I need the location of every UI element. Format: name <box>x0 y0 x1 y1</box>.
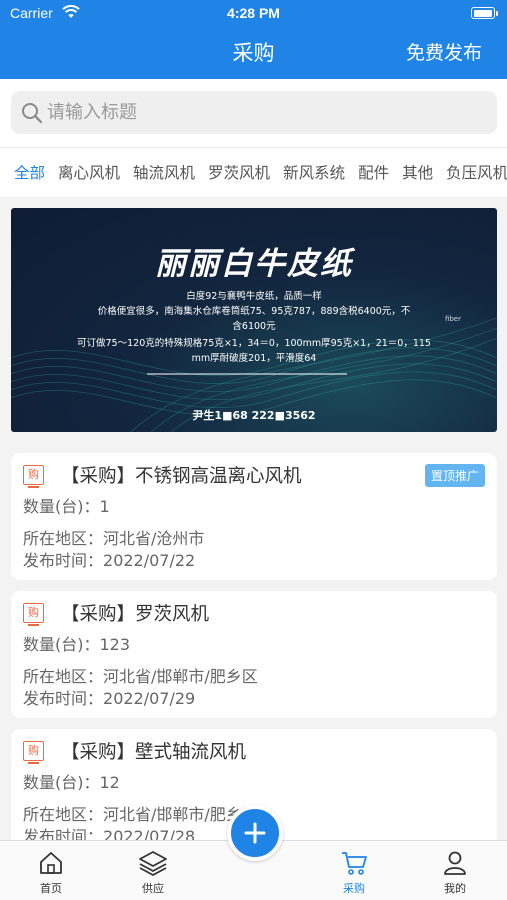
user-icon <box>444 851 466 875</box>
quantity-row: 数量(台)：12 <box>23 769 120 793</box>
region-row: 所在地区：河北省/沧州市 <box>23 525 204 549</box>
tabbar-supply[interactable]: 供应 <box>118 849 188 896</box>
category-tab[interactable]: 罗茨风机 <box>208 148 270 197</box>
region-value: 河北省/邯郸市/肥乡区 <box>103 667 258 686</box>
search-input[interactable] <box>47 91 487 134</box>
top-bar: Carrier 4:28 PM 采购 免费发布 <box>0 0 507 79</box>
quantity-label: 数量(台)： <box>23 497 100 516</box>
region-label: 所在地区： <box>23 667 104 686</box>
banner-title: 丽丽白牛皮纸 <box>155 246 353 282</box>
region-label: 所在地区： <box>23 529 104 548</box>
search-icon <box>22 103 43 124</box>
banner-side-text: fiber <box>444 315 461 323</box>
region-row: 所在地区：河北省/邯郸市/肥乡区 <box>23 801 258 825</box>
category-tab[interactable]: 轴流风机 <box>133 148 195 197</box>
quantity-value: 1 <box>99 497 110 516</box>
category-tab[interactable]: 离心风机 <box>58 148 120 197</box>
quantity-value: 12 <box>99 773 120 792</box>
status-time: 4:28 PM <box>227 5 280 21</box>
date-label: 发布时间： <box>23 689 104 708</box>
banner-contact: 尹生1■68 222■3562 <box>192 409 316 422</box>
category-tab[interactable]: 新风系统 <box>283 148 345 197</box>
region-label: 所在地区： <box>23 805 104 824</box>
quantity-row: 数量(台)：123 <box>23 631 130 655</box>
tabbar-mine[interactable]: 我的 <box>420 849 490 896</box>
listing-title: 【采购】壁式轴流风机 <box>61 742 247 763</box>
banner-line: 含6100元 <box>232 321 276 332</box>
purchase-tag-icon: 购 <box>23 465 44 488</box>
banner-line: 可订做75～120克的特殊规格75克×1，34＝0，100mm厚95克×1，21… <box>77 338 431 349</box>
plus-icon <box>244 822 266 844</box>
search-section <box>0 79 507 147</box>
tabbar-label: 采购 <box>343 882 365 895</box>
tabbar-label: 首页 <box>40 882 62 895</box>
category-tab[interactable]: 配件 <box>358 148 389 197</box>
date-row: 发布时间：2022/07/22 <box>23 547 195 571</box>
category-tab[interactable]: 全部 <box>14 148 45 197</box>
status-bar: Carrier 4:28 PM <box>0 0 507 28</box>
listing-title: 【采购】不锈钢高温离心风机 <box>61 466 302 487</box>
tabbar-label: 我的 <box>444 882 466 895</box>
tabbar-home[interactable]: 首页 <box>16 849 86 896</box>
tabbar-purchase[interactable]: 采购 <box>319 849 389 896</box>
search-bar[interactable] <box>11 91 497 134</box>
banner-line: mm厚耐破度201，平滑度64 <box>191 353 317 364</box>
promote-top-button[interactable]: 置顶推广 <box>424 464 485 487</box>
listing-title: 【采购】罗茨风机 <box>61 604 210 625</box>
battery-icon <box>471 7 498 19</box>
quantity-value: 123 <box>99 635 131 654</box>
cart-icon <box>342 852 367 875</box>
date-value: 2022/07/22 <box>103 551 196 570</box>
add-post-button[interactable] <box>227 805 283 861</box>
ad-banner[interactable]: 丽丽白牛皮纸 白度92与襄鸭牛皮纸，品质一样 价格便宜很多，南海集水仓库卷筒纸7… <box>11 208 497 432</box>
category-tabs: 全部 离心风机 轴流风机 罗茨风机 新风系统 配件 其他 负压风机 <box>0 147 507 197</box>
category-tab[interactable]: 负压风机 <box>446 148 507 197</box>
quantity-label: 数量(台)： <box>23 773 100 792</box>
tabbar-label: 供应 <box>142 882 164 895</box>
region-row: 所在地区：河北省/邯郸市/肥乡区 <box>23 663 258 687</box>
banner-line: 白度92与襄鸭牛皮纸，品质一样 <box>186 291 322 302</box>
date-row: 发布时间：2022/07/29 <box>23 685 195 709</box>
purchase-tag-icon: 购 <box>23 741 44 764</box>
layers-icon <box>139 851 167 876</box>
purchase-tag-icon: 购 <box>23 603 44 626</box>
date-label: 发布时间： <box>23 551 104 570</box>
category-tab[interactable]: 其他 <box>402 148 433 197</box>
quantity-label: 数量(台)： <box>23 635 100 654</box>
banner-line: 价格便宜很多，南海集水仓库卷筒纸75、95克787，889含税6400元，不 <box>97 306 411 317</box>
home-icon <box>40 852 62 874</box>
date-value: 2022/07/29 <box>103 689 196 708</box>
listing-card[interactable]: 购【采购】不锈钢高温离心风机 置顶推广 数量(台)：1 所在地区：河北省/沧州市 发布时… <box>11 453 497 580</box>
listing-card[interactable]: 购【采购】罗茨风机 数量(台)：123 所在地区：河北省/邯郸市/肥乡区 发布时间：2… <box>11 591 497 718</box>
quantity-row: 数量(台)：1 <box>23 493 110 517</box>
region-value: 河北省/沧州市 <box>103 529 205 548</box>
free-publish-button[interactable]: 免费发布 <box>406 38 482 65</box>
